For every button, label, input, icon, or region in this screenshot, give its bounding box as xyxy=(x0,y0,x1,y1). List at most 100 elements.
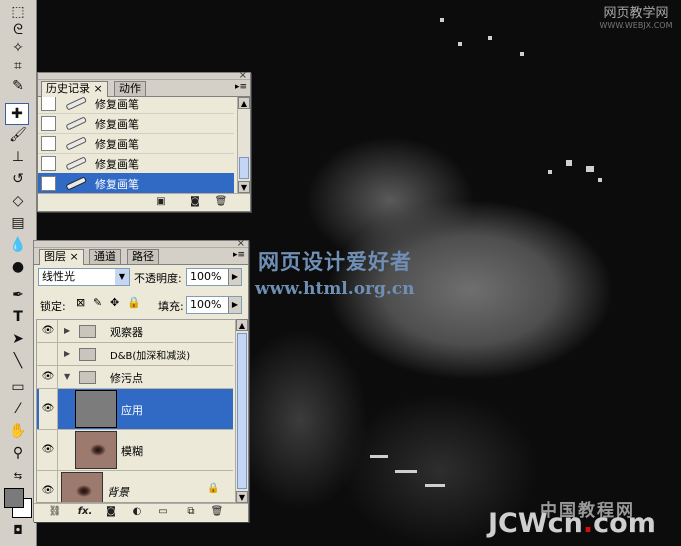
layer-row[interactable]: 👁 ▼ 修污点 xyxy=(37,366,233,389)
lock-all-icon[interactable]: 🔒 xyxy=(127,296,141,309)
layers-panel-titlebar[interactable]: × xyxy=(34,238,248,249)
adjustment-layer-icon[interactable]: ◐ xyxy=(130,506,144,518)
slice-icon[interactable]: ✎ xyxy=(7,76,29,96)
visibility-eye-icon[interactable]: 👁 xyxy=(39,389,58,429)
expand-triangle-icon[interactable]: ▶ xyxy=(64,349,70,358)
visibility-eye-icon[interactable]: 👁 xyxy=(39,320,58,342)
quick-mask-icon[interactable]: ◘ xyxy=(7,520,29,540)
chevron-down-icon[interactable]: ▼ xyxy=(115,269,129,285)
gradient-icon[interactable]: ▤ xyxy=(7,213,29,233)
history-source-checkbox[interactable] xyxy=(41,156,56,171)
healing-brush-icon xyxy=(66,117,87,130)
layer-thumbnail xyxy=(61,472,103,502)
layer-row[interactable]: 👁 模糊 xyxy=(37,430,233,471)
chevron-right-icon[interactable]: ▶ xyxy=(228,297,241,313)
lock-icon: 🔒 xyxy=(207,483,220,494)
expand-triangle-icon[interactable]: ▶ xyxy=(64,326,70,335)
scroll-up-icon[interactable]: ▲ xyxy=(236,319,248,331)
tab-layers-label: 图层 xyxy=(44,250,66,263)
fill-field[interactable]: 100% ▶ xyxy=(186,296,242,314)
layer-thumbnail xyxy=(75,390,117,428)
logo-dot: . xyxy=(582,508,594,539)
tab-channels-label: 通道 xyxy=(94,250,116,263)
history-source-checkbox[interactable] xyxy=(41,176,56,191)
visibility-eye-icon[interactable]: 👁 xyxy=(39,366,58,388)
history-scrollbar[interactable]: ▲ ▼ xyxy=(237,97,250,193)
layer-name: 应用 xyxy=(121,404,143,417)
swap-colors-icon[interactable]: ⇆ xyxy=(7,467,29,487)
lock-image-icon[interactable]: ✎ xyxy=(93,296,102,309)
visibility-eye-icon[interactable]: 👁 xyxy=(39,430,58,470)
layer-style-button[interactable]: fx. xyxy=(74,506,96,518)
type-icon[interactable]: T xyxy=(7,307,29,327)
scroll-down-icon[interactable]: ▼ xyxy=(236,491,248,503)
crop-icon[interactable]: ⌗ xyxy=(7,56,29,76)
brush-icon[interactable]: 🖌 xyxy=(7,125,29,145)
visibility-eye-empty[interactable] xyxy=(39,343,58,365)
tab-channels[interactable]: 通道 xyxy=(89,249,121,264)
scroll-up-icon[interactable]: ▲ xyxy=(238,97,250,109)
notes-icon[interactable]: ▭ xyxy=(7,377,29,397)
lasso-icon[interactable]: ᘓ xyxy=(7,20,29,40)
history-source-checkbox[interactable] xyxy=(41,97,56,111)
blend-mode-select[interactable]: 线性光 ▼ xyxy=(38,268,130,286)
tab-history[interactable]: 历史记录 × xyxy=(41,81,108,97)
zoom-icon[interactable]: ⚲ xyxy=(7,443,29,463)
new-snapshot-icon[interactable]: ◙ xyxy=(188,196,202,208)
lock-position-icon[interactable]: ✥ xyxy=(110,296,119,309)
visibility-eye-icon[interactable]: 👁 xyxy=(39,471,58,502)
fill-value: 100% xyxy=(190,298,222,311)
list-item[interactable]: 修复画笔 xyxy=(38,133,234,154)
blur-icon[interactable]: 💧 xyxy=(7,235,29,255)
scroll-thumb[interactable] xyxy=(239,157,249,179)
path-selection-icon[interactable]: ➤ xyxy=(7,329,29,349)
chevron-right-icon[interactable]: ▶ xyxy=(228,269,241,285)
panel-menu-icon[interactable]: ▸≡ xyxy=(233,250,245,260)
canvas-speck xyxy=(520,52,524,56)
canvas-speck xyxy=(458,42,462,46)
lock-transparent-icon[interactable]: ⊠ xyxy=(76,296,85,309)
layer-row[interactable]: 👁 ▶ 观察器 xyxy=(37,320,233,343)
pen-icon[interactable]: ✒ xyxy=(7,285,29,305)
history-brush-icon[interactable]: ↺ xyxy=(7,169,29,189)
tab-layers[interactable]: 图层 × xyxy=(39,249,84,265)
trash-icon[interactable]: 🗑 xyxy=(210,506,224,518)
hand-icon[interactable]: ✋ xyxy=(7,421,29,441)
history-panel-titlebar[interactable]: × xyxy=(38,70,250,81)
history-source-checkbox[interactable] xyxy=(41,116,56,131)
layer-row[interactable]: ▶ D&B(加深和减淡) xyxy=(37,343,233,366)
layers-scrollbar[interactable]: ▲ ▼ xyxy=(235,319,248,503)
tab-actions[interactable]: 动作 xyxy=(114,81,146,96)
list-item-selected[interactable]: 修复画笔 xyxy=(38,173,234,193)
layer-row-selected[interactable]: 👁 应用 xyxy=(37,389,233,430)
link-layers-icon[interactable]: ⛓ xyxy=(48,506,62,518)
clone-stamp-icon[interactable]: ⊥ xyxy=(7,147,29,167)
add-mask-icon[interactable]: ◙ xyxy=(104,506,118,518)
magic-wand-icon[interactable]: ✧ xyxy=(7,38,29,58)
new-layer-icon[interactable]: ⧉ xyxy=(184,506,198,518)
scroll-down-icon[interactable]: ▼ xyxy=(238,181,250,193)
foreground-color-swatch[interactable] xyxy=(4,488,24,508)
new-document-from-state-icon[interactable]: ▣ xyxy=(154,196,168,208)
eyedropper-icon[interactable]: ⁄ xyxy=(7,399,29,419)
line-icon[interactable]: ╲ xyxy=(7,351,29,371)
scroll-thumb[interactable] xyxy=(237,333,247,489)
layer-name: D&B(加深和减淡) xyxy=(110,351,191,362)
opacity-field[interactable]: 100% ▶ xyxy=(186,268,242,286)
list-item[interactable]: 修复画笔 xyxy=(38,97,234,114)
eraser-icon[interactable]: ◇ xyxy=(7,191,29,211)
history-source-checkbox[interactable] xyxy=(41,136,56,151)
tab-paths[interactable]: 路径 xyxy=(127,249,159,264)
tab-paths-label: 路径 xyxy=(132,250,154,263)
healing-brush-icon[interactable]: ✚ xyxy=(5,103,29,125)
tools-panel: ⬚ ᘓ ✧ ⌗ ✎ ✚ 🖌 ⊥ ↺ ◇ ▤ 💧 ● ✒ T ➤ ╲ ▭ ⁄ ✋ … xyxy=(0,0,37,546)
rectangular-marquee-icon[interactable]: ⬚ xyxy=(7,2,29,22)
collapse-triangle-icon[interactable]: ▼ xyxy=(64,372,70,381)
list-item[interactable]: 修复画笔 xyxy=(38,113,234,134)
layer-row[interactable]: 👁 背景 🔒 xyxy=(37,471,233,502)
new-group-icon[interactable]: ▭ xyxy=(156,506,170,518)
trash-icon[interactable]: 🗑 xyxy=(214,196,228,208)
panel-menu-icon[interactable]: ▸≡ xyxy=(235,82,247,92)
list-item[interactable]: 修复画笔 xyxy=(38,153,234,174)
dodge-icon[interactable]: ● xyxy=(7,257,29,277)
